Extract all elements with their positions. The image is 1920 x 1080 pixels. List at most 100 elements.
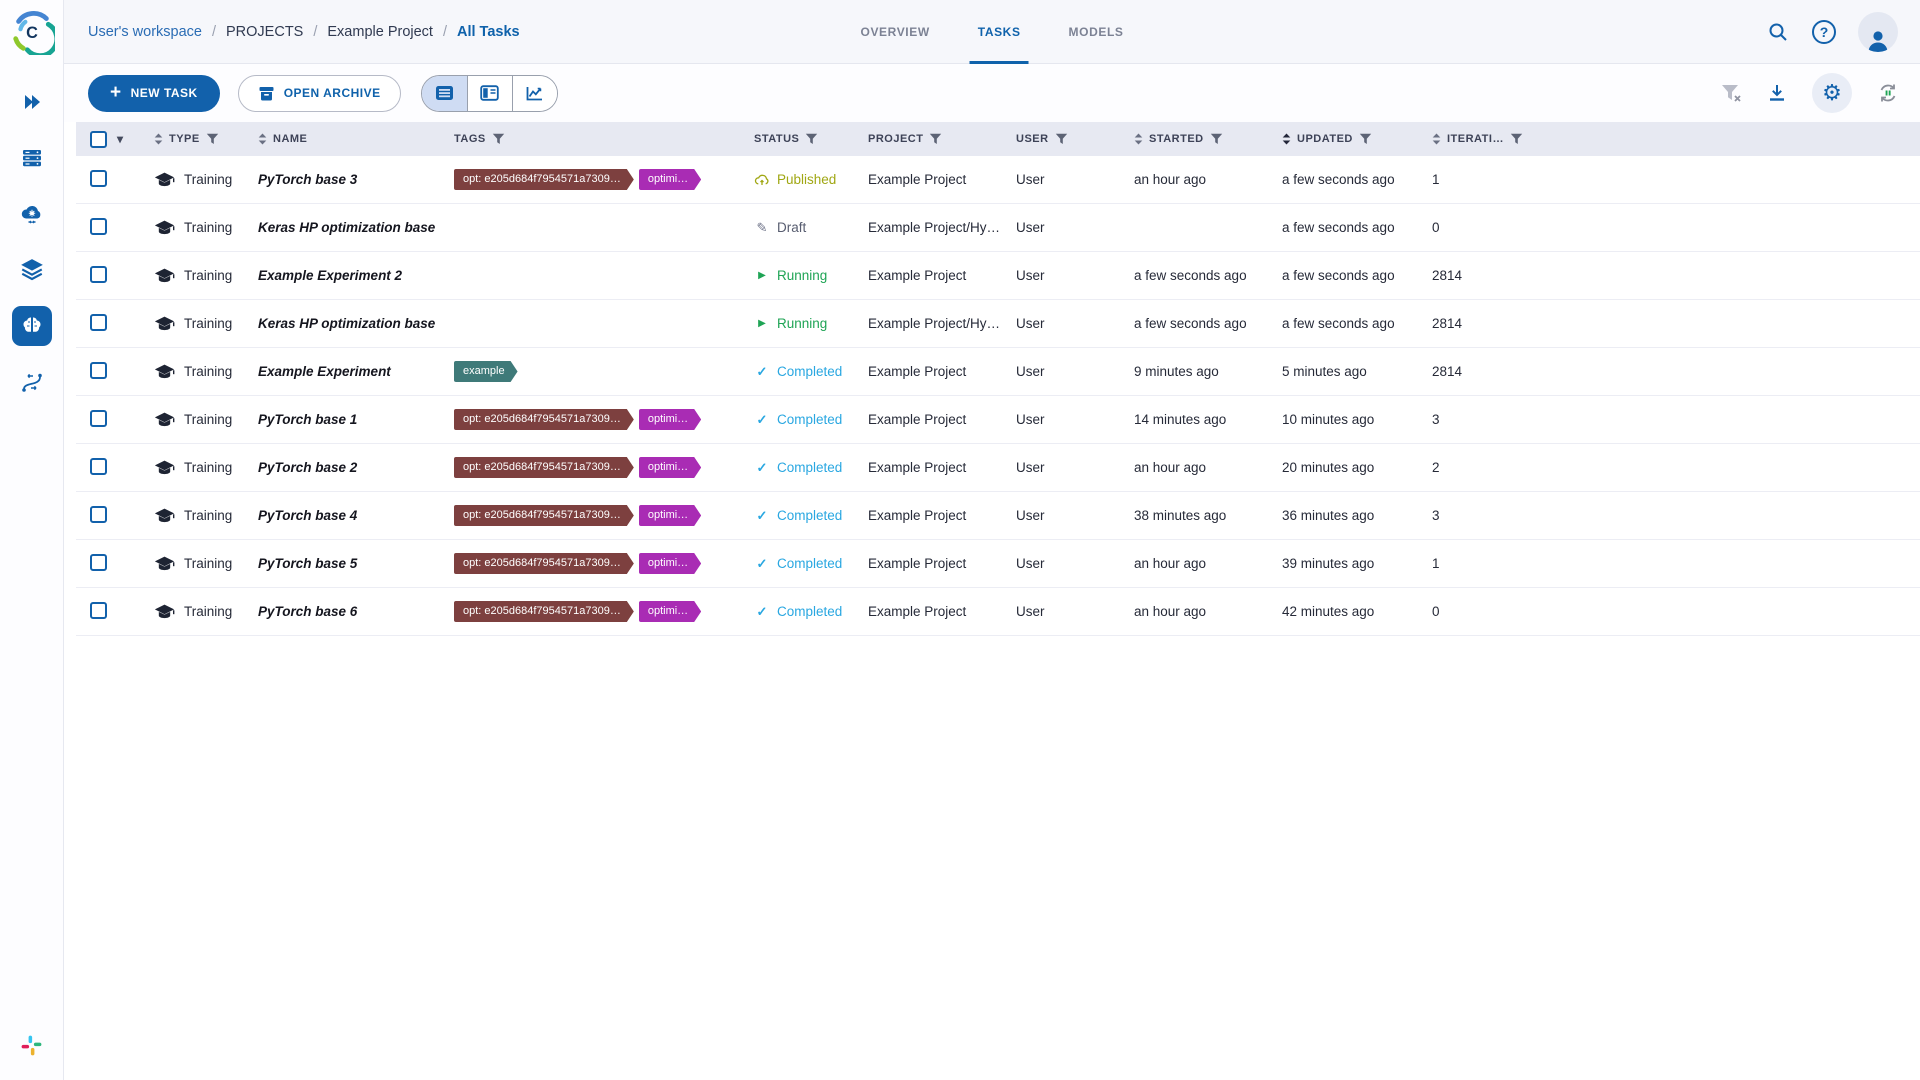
tag-chip[interactable]: optimi… bbox=[639, 505, 701, 526]
table-row[interactable]: Training PyTorch base 5 opt: e205d684f79… bbox=[76, 540, 1920, 588]
tag-chip[interactable]: optimi… bbox=[639, 457, 701, 478]
sort-icon[interactable] bbox=[1282, 133, 1291, 145]
sort-icon[interactable] bbox=[154, 133, 163, 145]
filter-icon[interactable] bbox=[1210, 133, 1223, 145]
table-row[interactable]: Training PyTorch base 4 opt: e205d684f79… bbox=[76, 492, 1920, 540]
filter-icon[interactable] bbox=[206, 133, 219, 145]
filter-icon[interactable] bbox=[492, 133, 505, 145]
status-label: Completed bbox=[777, 460, 843, 475]
search-icon[interactable] bbox=[1766, 20, 1790, 44]
iteration-cell: 2 bbox=[1432, 460, 1440, 475]
user-avatar[interactable] bbox=[1858, 11, 1898, 52]
task-name[interactable]: Example Experiment 2 bbox=[258, 268, 454, 283]
datasets-layers-icon[interactable] bbox=[12, 250, 52, 290]
tag-chip[interactable]: optimi… bbox=[639, 409, 701, 430]
row-checkbox[interactable] bbox=[90, 409, 107, 427]
column-header-type[interactable]: TYPE bbox=[154, 133, 258, 145]
tag-chip[interactable]: opt: e205d684f7954571a7309… bbox=[454, 169, 634, 190]
help-icon[interactable]: ? bbox=[1812, 19, 1836, 44]
table-row[interactable]: Training PyTorch base 2 opt: e205d684f79… bbox=[76, 444, 1920, 492]
sort-icon[interactable] bbox=[258, 133, 267, 145]
task-name[interactable]: Keras HP optimization base bbox=[258, 316, 454, 331]
row-checkbox[interactable] bbox=[90, 457, 107, 475]
clear-filters-icon[interactable] bbox=[1720, 83, 1742, 103]
task-name[interactable]: PyTorch base 2 bbox=[258, 460, 454, 475]
tag-chip[interactable]: example bbox=[454, 361, 518, 382]
clearml-logo[interactable]: C bbox=[0, 0, 64, 64]
task-name[interactable]: PyTorch base 5 bbox=[258, 556, 454, 571]
tag-chip[interactable]: optimi… bbox=[639, 601, 701, 622]
details-view-toggle[interactable] bbox=[466, 75, 512, 111]
column-header-iteration[interactable]: ITERATI… bbox=[1432, 133, 1920, 145]
tag-chip[interactable]: opt: e205d684f7954571a7309… bbox=[454, 457, 634, 478]
table-row[interactable]: Training Keras HP optimization base ▶ Ru… bbox=[76, 300, 1920, 348]
column-header-started[interactable]: STARTED bbox=[1134, 133, 1282, 145]
iteration-cell: 1 bbox=[1432, 172, 1440, 187]
settings-icon[interactable]: ⚙ bbox=[1812, 73, 1852, 113]
row-checkbox[interactable] bbox=[90, 217, 107, 235]
tag-chip[interactable]: opt: e205d684f7954571a7309… bbox=[454, 601, 634, 622]
tab-models[interactable]: MODELS bbox=[1069, 0, 1124, 64]
row-checkbox[interactable] bbox=[90, 313, 107, 331]
tab-overview[interactable]: OVERVIEW bbox=[861, 0, 930, 64]
filter-icon[interactable] bbox=[1510, 133, 1523, 145]
row-checkbox[interactable] bbox=[90, 361, 107, 379]
tag-chip[interactable]: optimi… bbox=[639, 553, 701, 574]
compare-view-toggle[interactable] bbox=[511, 75, 557, 111]
new-task-button[interactable]: + NEW TASK bbox=[88, 74, 220, 112]
open-archive-button[interactable]: OPEN ARCHIVE bbox=[237, 74, 401, 112]
filter-icon[interactable] bbox=[929, 133, 942, 145]
task-name[interactable]: PyTorch base 3 bbox=[258, 172, 454, 187]
task-name[interactable]: PyTorch base 1 bbox=[258, 412, 454, 427]
sort-icon[interactable] bbox=[1134, 133, 1143, 145]
row-checkbox[interactable] bbox=[90, 265, 107, 283]
task-name[interactable]: Example Experiment bbox=[258, 364, 454, 379]
breadcrumb-item[interactable]: PROJECTS bbox=[226, 24, 303, 40]
workers-queues-icon[interactable] bbox=[12, 138, 52, 178]
tag-chip[interactable]: opt: e205d684f7954571a7309… bbox=[454, 505, 634, 526]
breadcrumb-item[interactable]: Example Project bbox=[327, 24, 433, 40]
updated-cell: 5 minutes ago bbox=[1282, 364, 1367, 379]
tab-tasks[interactable]: TASKS bbox=[969, 0, 1029, 64]
table-row[interactable]: Training Example Experiment 2 ▶ Running … bbox=[76, 252, 1920, 300]
column-header-tags[interactable]: TAGS bbox=[454, 133, 754, 145]
column-header-updated[interactable]: UPDATED bbox=[1282, 133, 1432, 145]
table-view-toggle[interactable] bbox=[421, 75, 467, 111]
filter-icon[interactable] bbox=[1055, 133, 1068, 145]
user-cell: User bbox=[1016, 556, 1045, 571]
column-header-status[interactable]: STATUS bbox=[754, 133, 868, 145]
select-dropdown-caret[interactable]: ▾ bbox=[117, 132, 124, 146]
table-row[interactable]: Training PyTorch base 3 opt: e205d684f79… bbox=[76, 156, 1920, 204]
row-checkbox[interactable] bbox=[90, 505, 107, 523]
download-icon[interactable] bbox=[1766, 82, 1788, 104]
filter-icon[interactable] bbox=[805, 133, 818, 145]
updated-cell: a few seconds ago bbox=[1282, 172, 1395, 187]
expand-sidebar-icon[interactable] bbox=[12, 82, 52, 122]
select-all-checkbox[interactable] bbox=[90, 130, 107, 148]
column-header-name[interactable]: NAME bbox=[258, 133, 454, 145]
slack-icon[interactable] bbox=[19, 1033, 44, 1058]
task-name[interactable]: PyTorch base 6 bbox=[258, 604, 454, 619]
table-row[interactable]: Training PyTorch base 6 opt: e205d684f79… bbox=[76, 588, 1920, 636]
row-checkbox[interactable] bbox=[90, 553, 107, 571]
table-row[interactable]: Training Keras HP optimization base ✎ Dr… bbox=[76, 204, 1920, 252]
row-checkbox[interactable] bbox=[90, 169, 107, 187]
auto-refresh-icon[interactable] bbox=[1876, 81, 1900, 105]
archive-icon bbox=[259, 86, 274, 100]
column-header-project[interactable]: PROJECT bbox=[868, 133, 1016, 145]
tag-chip[interactable]: opt: e205d684f7954571a7309… bbox=[454, 409, 634, 430]
row-checkbox[interactable] bbox=[90, 601, 107, 619]
table-row[interactable]: Training PyTorch base 1 opt: e205d684f79… bbox=[76, 396, 1920, 444]
tag-chip[interactable]: opt: e205d684f7954571a7309… bbox=[454, 553, 634, 574]
cloud-autoscalers-icon[interactable] bbox=[12, 194, 52, 234]
task-name[interactable]: Keras HP optimization base bbox=[258, 220, 454, 235]
table-row[interactable]: Training Example Experiment example ✓ Co… bbox=[76, 348, 1920, 396]
task-name[interactable]: PyTorch base 4 bbox=[258, 508, 454, 523]
breadcrumb-item[interactable]: User's workspace bbox=[88, 24, 202, 40]
pipelines-icon[interactable] bbox=[12, 362, 52, 402]
sort-icon[interactable] bbox=[1432, 133, 1441, 145]
filter-icon[interactable] bbox=[1359, 133, 1372, 145]
projects-brain-icon[interactable] bbox=[11, 306, 52, 346]
column-header-user[interactable]: USER bbox=[1016, 133, 1134, 145]
tag-chip[interactable]: optimi… bbox=[639, 169, 701, 190]
